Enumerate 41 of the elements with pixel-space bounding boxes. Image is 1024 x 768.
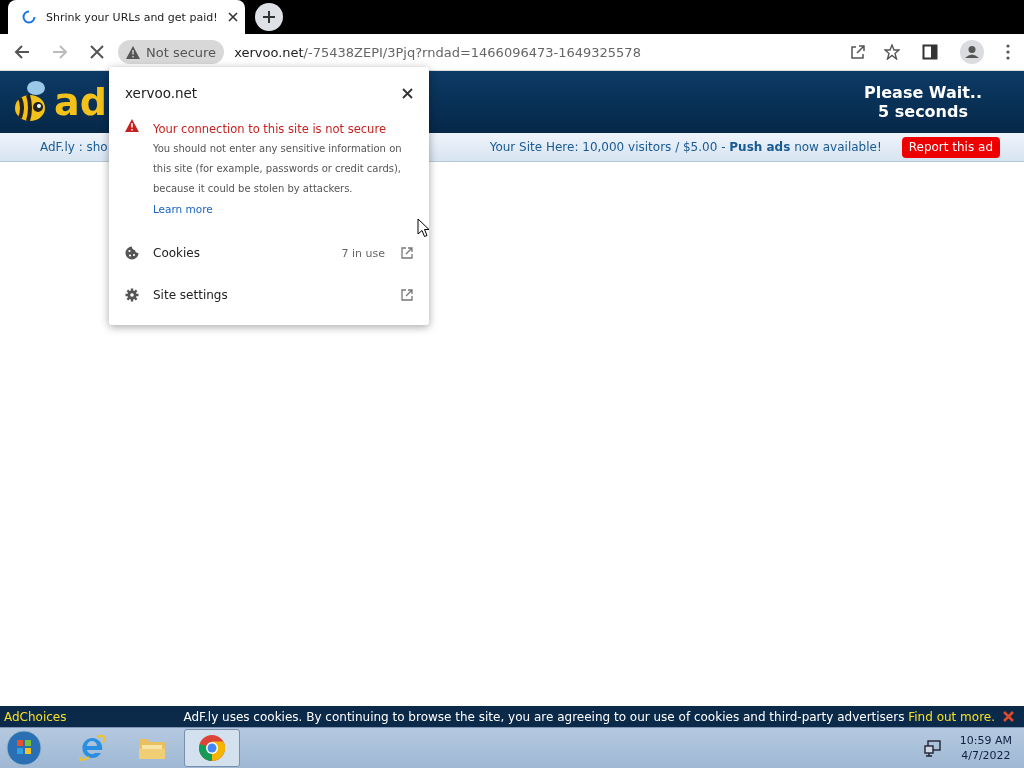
new-tab-icon[interactable]	[255, 3, 283, 31]
star-icon[interactable]	[884, 44, 900, 60]
popup-menu-item[interactable]: Site settings	[125, 275, 413, 315]
tab-title: Shrink your URLs and get paid!	[46, 10, 218, 24]
warning-title: Your connection to this site is not secure	[152, 121, 387, 138]
popup-title: xervoo.net	[125, 85, 198, 101]
share-icon[interactable]	[850, 44, 866, 60]
site-tagline: AdF.ly : sho	[40, 140, 108, 154]
find-out-more-link[interactable]: Find out more.	[908, 709, 995, 724]
clock[interactable]: 10:59 AM 4/7/2022	[959, 733, 1012, 763]
popup-menu-item[interactable]: Cookies 7 in use	[125, 233, 413, 273]
external-link-icon	[401, 289, 413, 301]
cookie-notice: AdF.ly uses cookies. By continuing to browse the site, you are agreeing to our use of cookies and third-party advertisers Find out more.	[183, 709, 995, 724]
logo-text: ad	[54, 80, 107, 124]
start-button-icon[interactable]	[6, 730, 42, 766]
network-icon[interactable]	[923, 739, 942, 757]
warning-icon	[125, 119, 139, 132]
security-chip[interactable]: Not secure	[118, 40, 225, 64]
wait-title: Please Wait..	[864, 83, 982, 102]
gear-icon	[125, 288, 139, 302]
browser-e-icon	[77, 733, 107, 763]
side-panel-icon[interactable]	[922, 44, 938, 60]
chrome-icon	[197, 733, 227, 763]
promo-text: Your Site Here: 10,000 visitors / $5.00 - Push ads now available!	[489, 140, 882, 154]
close-icon[interactable]	[402, 87, 413, 99]
back-icon[interactable]	[14, 44, 30, 60]
report-ad-button[interactable]: Report this ad	[901, 136, 1000, 158]
taskbar-button[interactable]	[184, 729, 240, 767]
close-icon[interactable]	[227, 12, 238, 22]
adchoices-link[interactable]: AdChoices	[4, 709, 176, 724]
warning-icon	[126, 45, 140, 59]
countdown-text: 5 seconds	[878, 102, 968, 121]
stop-icon[interactable]	[90, 45, 104, 59]
url-text[interactable]: xervoo.net/-75438ZEPI/3Pjq?rndad=1466096473-1649325578	[234, 44, 832, 60]
profile-icon[interactable]	[960, 40, 984, 64]
warning-text: You should not enter any sensitive information on this site (for example, passwords or credit cards), because it could be stolen by attackers.	[152, 142, 403, 196]
menu-icon[interactable]	[1006, 44, 1010, 60]
browser-tab[interactable]: Shrink your URLs and get paid!	[8, 0, 245, 34]
external-link-icon	[401, 247, 413, 259]
cookie-icon	[125, 246, 139, 260]
learn-more-link[interactable]: Learn more	[152, 199, 213, 219]
